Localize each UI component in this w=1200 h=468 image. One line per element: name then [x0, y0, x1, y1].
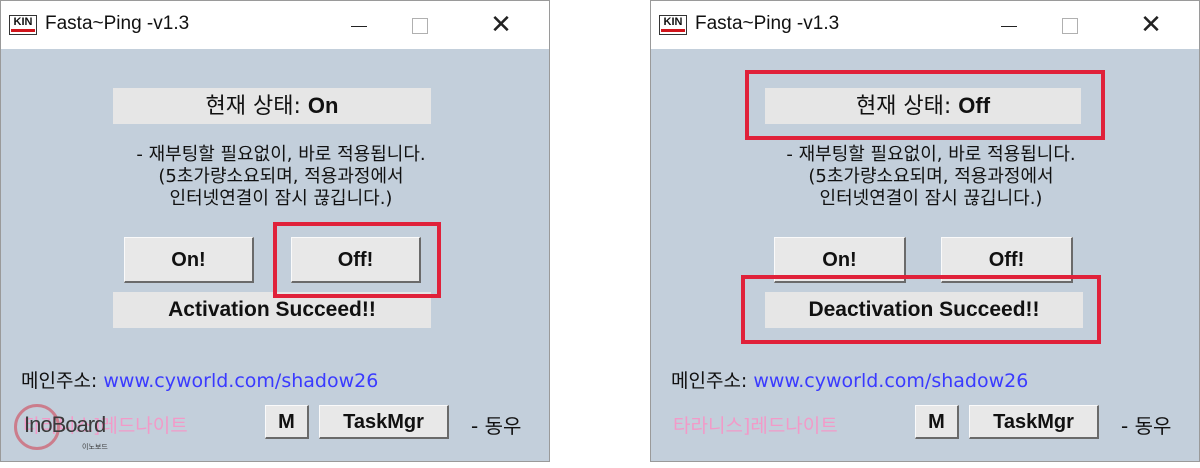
- status-label: 현재 상태:: [205, 94, 308, 119]
- title-bar[interactable]: KIN Fasta~Ping -v1.3 ✕: [1, 1, 549, 49]
- author-signature: - 동우: [1121, 414, 1172, 438]
- main-address: 메인주소: www.cyworld.com/shadow26: [21, 366, 378, 393]
- window-title: Fasta~Ping -v1.3: [45, 13, 190, 34]
- address-label: 메인주소:: [671, 370, 754, 392]
- maximize-button[interactable]: [399, 9, 439, 41]
- close-button[interactable]: ✕: [1131, 9, 1171, 41]
- credit-text: 타라니스]레드나이트: [673, 415, 838, 437]
- status-display: 현재 상태: On: [113, 88, 431, 124]
- minimize-button[interactable]: [339, 9, 379, 41]
- credit-text: 타라니스]레드나이트: [23, 415, 188, 437]
- window-title: Fasta~Ping -v1.3: [695, 13, 840, 34]
- status-value: On: [307, 93, 339, 118]
- address-link[interactable]: www.cyworld.com/shadow26: [103, 370, 378, 392]
- app-window-left: KIN Fasta~Ping -v1.3 ✕ 현재 상태: On - 재부팅할 …: [0, 0, 550, 462]
- taskmgr-button[interactable]: TaskMgr: [969, 405, 1099, 439]
- info-note: - 재부팅할 필요없이, 바로 적용됩니다. (5초가량소요되며, 적용과정에서…: [136, 144, 426, 209]
- m-button[interactable]: M: [915, 405, 959, 439]
- on-button[interactable]: On!: [124, 237, 254, 283]
- taskmgr-button[interactable]: TaskMgr: [319, 405, 449, 439]
- info-note: - 재부팅할 필요없이, 바로 적용됩니다. (5초가량소요되며, 적용과정에서…: [786, 144, 1076, 209]
- off-button[interactable]: Off!: [941, 237, 1073, 283]
- result-message: Activation Succeed!!: [113, 292, 431, 328]
- status-label: 현재 상태:: [855, 94, 959, 119]
- app-logo-icon: KIN: [9, 15, 37, 35]
- m-button[interactable]: M: [265, 405, 309, 439]
- minimize-button[interactable]: [989, 9, 1029, 41]
- result-message: Deactivation Succeed!!: [765, 292, 1083, 328]
- off-button[interactable]: Off!: [291, 237, 421, 283]
- address-label: 메인주소:: [21, 370, 104, 392]
- maximize-button[interactable]: [1049, 9, 1089, 41]
- author-signature: - 동우: [471, 414, 522, 438]
- status-display: 현재 상태: Off: [765, 88, 1081, 124]
- app-logo-icon: KIN: [659, 15, 687, 35]
- main-address: 메인주소: www.cyworld.com/shadow26: [671, 366, 1028, 393]
- close-button[interactable]: ✕: [481, 9, 521, 41]
- app-window-right: KIN Fasta~Ping -v1.3 ✕ 현재 상태: Off - 재부팅할…: [650, 0, 1200, 462]
- status-value: Off: [958, 93, 991, 118]
- on-button[interactable]: On!: [774, 237, 906, 283]
- address-link[interactable]: www.cyworld.com/shadow26: [753, 370, 1028, 392]
- title-bar[interactable]: KIN Fasta~Ping -v1.3 ✕: [651, 1, 1199, 49]
